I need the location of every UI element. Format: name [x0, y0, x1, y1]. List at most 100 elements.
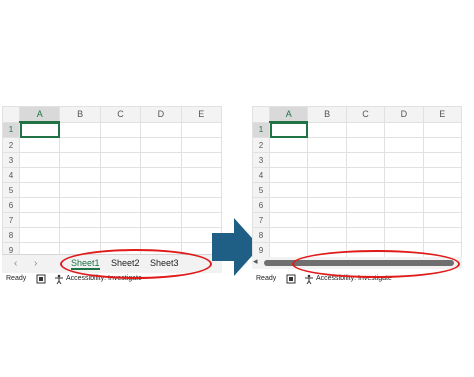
row-header-3[interactable]: 3: [2, 152, 20, 168]
row-header-7[interactable]: 7: [2, 212, 20, 228]
cell[interactable]: [59, 137, 101, 153]
cell[interactable]: [180, 182, 223, 198]
next-sheet-button[interactable]: ›: [34, 258, 37, 269]
accessibility-icon[interactable]: [304, 274, 314, 286]
column-header-a[interactable]: A: [268, 106, 309, 123]
cell[interactable]: [59, 152, 101, 168]
row-header-5[interactable]: 5: [2, 182, 20, 198]
cell[interactable]: [99, 167, 142, 183]
accessibility-icon[interactable]: [54, 274, 64, 286]
column-header-e[interactable]: E: [180, 106, 223, 123]
cell[interactable]: [345, 152, 386, 168]
row-header-4[interactable]: 4: [252, 167, 270, 183]
column-header-b[interactable]: B: [59, 106, 101, 123]
cell[interactable]: [384, 227, 424, 243]
cell[interactable]: [18, 212, 61, 228]
cell[interactable]: [180, 137, 223, 153]
column-header-c[interactable]: C: [345, 106, 386, 123]
cell[interactable]: [59, 197, 101, 213]
cell[interactable]: [18, 227, 61, 243]
macro-icon[interactable]: [36, 274, 46, 286]
row-header-5[interactable]: 5: [252, 182, 270, 198]
cell[interactable]: [422, 167, 463, 183]
cell[interactable]: [422, 182, 463, 198]
cell[interactable]: [140, 227, 182, 243]
cell[interactable]: [345, 167, 386, 183]
scroll-left-button[interactable]: ◂: [253, 256, 258, 267]
cell[interactable]: [18, 197, 61, 213]
cell[interactable]: [99, 197, 142, 213]
prev-sheet-button[interactable]: ‹: [14, 258, 17, 269]
cell[interactable]: [307, 182, 347, 198]
cell[interactable]: [18, 182, 61, 198]
macro-icon[interactable]: [286, 274, 296, 286]
cell-a1[interactable]: [18, 121, 61, 138]
cell[interactable]: [18, 152, 61, 168]
cell[interactable]: [345, 137, 386, 153]
row-header-6[interactable]: 6: [2, 197, 20, 213]
cell[interactable]: [140, 182, 182, 198]
row-header-2[interactable]: 2: [252, 137, 270, 153]
cell[interactable]: [268, 182, 309, 198]
cell[interactable]: [307, 227, 347, 243]
cell[interactable]: [180, 121, 223, 138]
cell[interactable]: [140, 137, 182, 153]
cell[interactable]: [307, 167, 347, 183]
cell[interactable]: [384, 182, 424, 198]
cell[interactable]: [268, 137, 309, 153]
cell[interactable]: [422, 137, 463, 153]
column-header-e[interactable]: E: [422, 106, 463, 123]
cell[interactable]: [140, 167, 182, 183]
cell[interactable]: [384, 152, 424, 168]
cell[interactable]: [140, 197, 182, 213]
cell[interactable]: [99, 121, 142, 138]
cell[interactable]: [180, 167, 223, 183]
cell[interactable]: [268, 212, 309, 228]
cell[interactable]: [307, 197, 347, 213]
cell[interactable]: [99, 182, 142, 198]
cell[interactable]: [345, 197, 386, 213]
column-header-c[interactable]: C: [99, 106, 142, 123]
cell[interactable]: [422, 197, 463, 213]
cell[interactable]: [345, 121, 386, 138]
row-header-7[interactable]: 7: [252, 212, 270, 228]
cell[interactable]: [140, 152, 182, 168]
column-header-d[interactable]: D: [140, 106, 182, 123]
cell[interactable]: [268, 152, 309, 168]
cell[interactable]: [384, 197, 424, 213]
cell[interactable]: [59, 121, 101, 138]
cell[interactable]: [99, 152, 142, 168]
cell[interactable]: [307, 152, 347, 168]
select-all-corner[interactable]: [2, 106, 20, 123]
cell[interactable]: [59, 182, 101, 198]
cell[interactable]: [99, 212, 142, 228]
cell[interactable]: [268, 197, 309, 213]
cell[interactable]: [384, 137, 424, 153]
cell[interactable]: [307, 137, 347, 153]
cell[interactable]: [268, 242, 309, 258]
row-header-3[interactable]: 3: [252, 152, 270, 168]
cell[interactable]: [59, 227, 101, 243]
cell[interactable]: [18, 137, 61, 153]
cell[interactable]: [99, 227, 142, 243]
cell[interactable]: [140, 121, 182, 138]
row-header-6[interactable]: 6: [252, 197, 270, 213]
column-header-b[interactable]: B: [307, 106, 347, 123]
cell[interactable]: [422, 121, 463, 138]
column-header-a[interactable]: A: [18, 106, 61, 123]
cell[interactable]: [384, 167, 424, 183]
cell[interactable]: [18, 167, 61, 183]
cell-a1[interactable]: [268, 121, 309, 138]
row-header-1[interactable]: 1: [252, 121, 270, 138]
cell[interactable]: [140, 212, 182, 228]
cell[interactable]: [384, 212, 424, 228]
select-all-corner[interactable]: [252, 106, 270, 123]
cell[interactable]: [268, 167, 309, 183]
cell[interactable]: [345, 182, 386, 198]
row-header-8[interactable]: 8: [2, 227, 20, 243]
row-header-4[interactable]: 4: [2, 167, 20, 183]
cell[interactable]: [422, 212, 463, 228]
cell[interactable]: [307, 212, 347, 228]
cell[interactable]: [422, 152, 463, 168]
cell[interactable]: [59, 167, 101, 183]
